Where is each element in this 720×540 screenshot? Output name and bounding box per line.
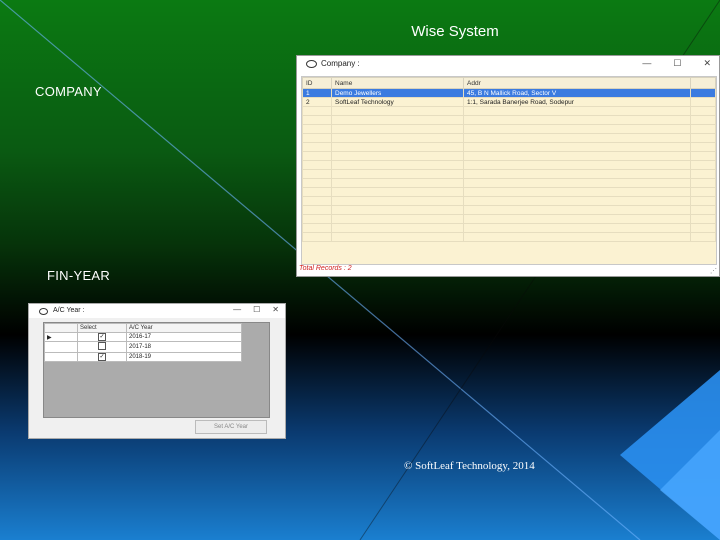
empty-row: [302, 124, 716, 134]
table-row[interactable]: 2 SoftLeaf Technology 1:1, Sarada Banerj…: [302, 97, 716, 107]
eye-icon: [39, 308, 48, 315]
empty-row: [302, 142, 716, 152]
row-marker-icon: [44, 352, 78, 362]
resize-grip-icon[interactable]: ⋰: [710, 267, 717, 275]
table-row[interactable]: ✓ 2018-19: [44, 352, 242, 362]
empty-row: [302, 160, 716, 170]
cell-blank: [690, 97, 716, 107]
empty-row: [302, 214, 716, 224]
select-checkbox[interactable]: [98, 342, 106, 350]
table-row[interactable]: ▶ ✓ 2016-17: [44, 332, 242, 342]
select-checkbox[interactable]: ✓: [98, 333, 106, 341]
slide-title: Wise System: [411, 23, 499, 40]
column-header-spacer: [690, 77, 716, 89]
column-header-marker: [44, 323, 78, 333]
minimize-button[interactable]: —: [642, 58, 651, 69]
year-window: A/C Year : — ☐ ✕ Select A/C Year ▶ ✓ 201…: [28, 303, 286, 439]
column-header-name[interactable]: Name: [331, 77, 464, 89]
empty-row: [302, 196, 716, 206]
company-window-title: Company :: [321, 59, 360, 68]
cell-id: 2: [302, 97, 332, 107]
maximize-button[interactable]: ☐: [673, 58, 681, 69]
column-header-year[interactable]: A/C Year: [126, 323, 242, 333]
year-grid[interactable]: Select A/C Year ▶ ✓ 2016-17 2017-18 ✓ 20…: [43, 322, 270, 418]
maximize-button[interactable]: ☐: [253, 305, 260, 314]
cell-blank: [690, 88, 716, 98]
cell-year: 2017-18: [126, 341, 242, 353]
empty-row: [302, 169, 716, 179]
table-row[interactable]: 2017-18: [44, 341, 242, 353]
cell-addr: 1:1, Sarada Banerjee Road, Sodepur: [463, 97, 691, 107]
minimize-button[interactable]: —: [233, 305, 241, 314]
fin-year-label: FIN-YEAR: [47, 268, 111, 283]
empty-row: [302, 232, 716, 242]
select-checkbox[interactable]: ✓: [98, 353, 106, 361]
column-header-id[interactable]: ID: [302, 77, 332, 89]
company-window-titlebar[interactable]: Company : — ☐ ✕: [297, 56, 719, 72]
company-grid[interactable]: ID Name Addr 1 Demo Jewellers 45, B N Ma…: [301, 76, 717, 265]
cell-name: Demo Jewellers: [331, 88, 464, 98]
year-window-titlebar[interactable]: A/C Year : — ☐ ✕: [29, 304, 285, 318]
empty-row: [302, 151, 716, 161]
year-window-title: A/C Year :: [53, 307, 85, 314]
status-total-records: Total Records : 2: [299, 265, 352, 272]
empty-row: [302, 133, 716, 143]
set-ac-year-button[interactable]: Set A/C Year: [195, 420, 267, 434]
eye-icon: [306, 60, 317, 68]
company-label: COMPANY: [35, 84, 102, 99]
cell-year: 2016-17: [126, 332, 242, 342]
cell-name: SoftLeaf Technology: [331, 97, 464, 107]
cell-year: 2018-19: [126, 352, 242, 362]
column-header-select[interactable]: Select: [77, 323, 127, 333]
empty-row: [302, 223, 716, 233]
empty-row: [302, 205, 716, 215]
footer-copyright: © SoftLeaf Technology, 2014: [404, 460, 535, 472]
close-button[interactable]: ✕: [272, 305, 279, 314]
row-marker-icon: [44, 341, 78, 353]
table-row[interactable]: 1 Demo Jewellers 45, B N Mallick Road, S…: [302, 88, 716, 98]
empty-row: [302, 187, 716, 197]
column-header-addr[interactable]: Addr: [463, 77, 691, 89]
empty-row: [302, 115, 716, 125]
cell-id: 1: [302, 88, 332, 98]
empty-row: [302, 178, 716, 188]
cell-addr: 45, B N Mallick Road, Sector V: [463, 88, 691, 98]
company-window: Company : — ☐ ✕ ID Name Addr 1 Demo Jewe…: [296, 55, 720, 277]
close-button[interactable]: ✕: [703, 58, 711, 69]
row-marker-icon: ▶: [44, 332, 78, 342]
empty-row: [302, 106, 716, 116]
